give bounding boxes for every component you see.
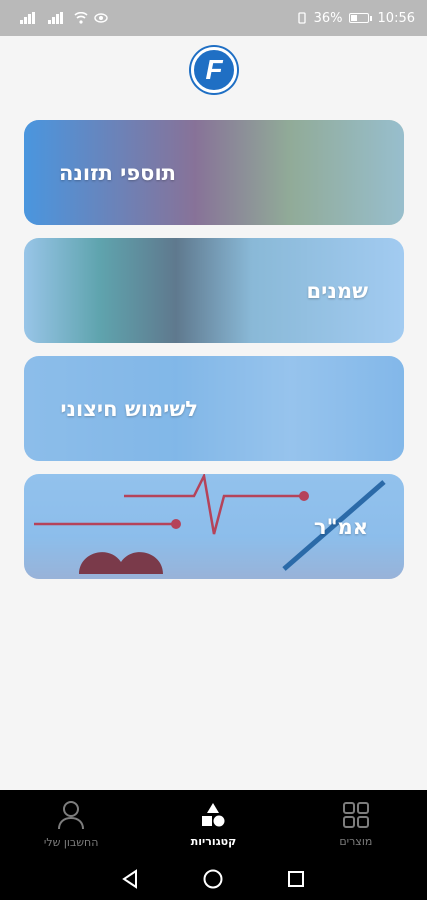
shapes-icon xyxy=(202,802,225,826)
vibrate-icon xyxy=(297,12,306,24)
category-card-oils[interactable]: שמנים xyxy=(24,238,404,343)
category-card-medical-equipment[interactable]: אמ"ר xyxy=(24,474,404,579)
recents-icon xyxy=(287,871,304,887)
status-icons-right: 36% 10:56 xyxy=(296,11,415,26)
logo-letter: F xyxy=(205,54,223,85)
back-button[interactable] xyxy=(117,865,145,893)
battery-percent: 36% xyxy=(313,10,343,26)
status-bar: 36% 10:56 xyxy=(0,0,427,36)
person-icon xyxy=(58,800,85,829)
app-logo: F xyxy=(191,47,237,93)
category-label: תוספי תזונה xyxy=(58,160,176,185)
back-icon xyxy=(122,869,138,889)
nav-categories[interactable]: קטגוריות xyxy=(153,801,273,848)
home-icon xyxy=(203,869,223,889)
category-card-supplements[interactable]: תוספי תזונה xyxy=(24,120,404,225)
nav-label: קטגוריות xyxy=(190,834,237,848)
grid-icon xyxy=(342,801,369,828)
bottom-navigation: החשבון שלי קטגוריות מוצרים xyxy=(0,790,427,858)
nav-my-account[interactable]: החשבון שלי xyxy=(11,800,131,849)
nav-label: מוצרים xyxy=(339,834,373,848)
category-label: אמ"ר xyxy=(313,514,368,539)
recents-button[interactable] xyxy=(282,865,310,893)
status-icons-left xyxy=(20,12,108,24)
category-card-external-use[interactable]: לשימוש חיצוני xyxy=(24,356,404,461)
signal-icon xyxy=(20,12,35,24)
category-label: שמנים xyxy=(306,278,368,303)
category-label: לשימוש חיצוני xyxy=(60,396,198,421)
battery-icon xyxy=(348,13,369,23)
nav-products[interactable]: מוצרים xyxy=(296,801,416,848)
clock: 10:56 xyxy=(377,10,415,26)
home-button[interactable] xyxy=(199,865,227,893)
nav-label: החשבון שלי xyxy=(43,835,99,849)
signal-icon-2 xyxy=(48,12,63,24)
wifi-icon xyxy=(74,12,88,24)
system-navigation-bar xyxy=(0,858,427,900)
eye-icon xyxy=(94,13,108,23)
